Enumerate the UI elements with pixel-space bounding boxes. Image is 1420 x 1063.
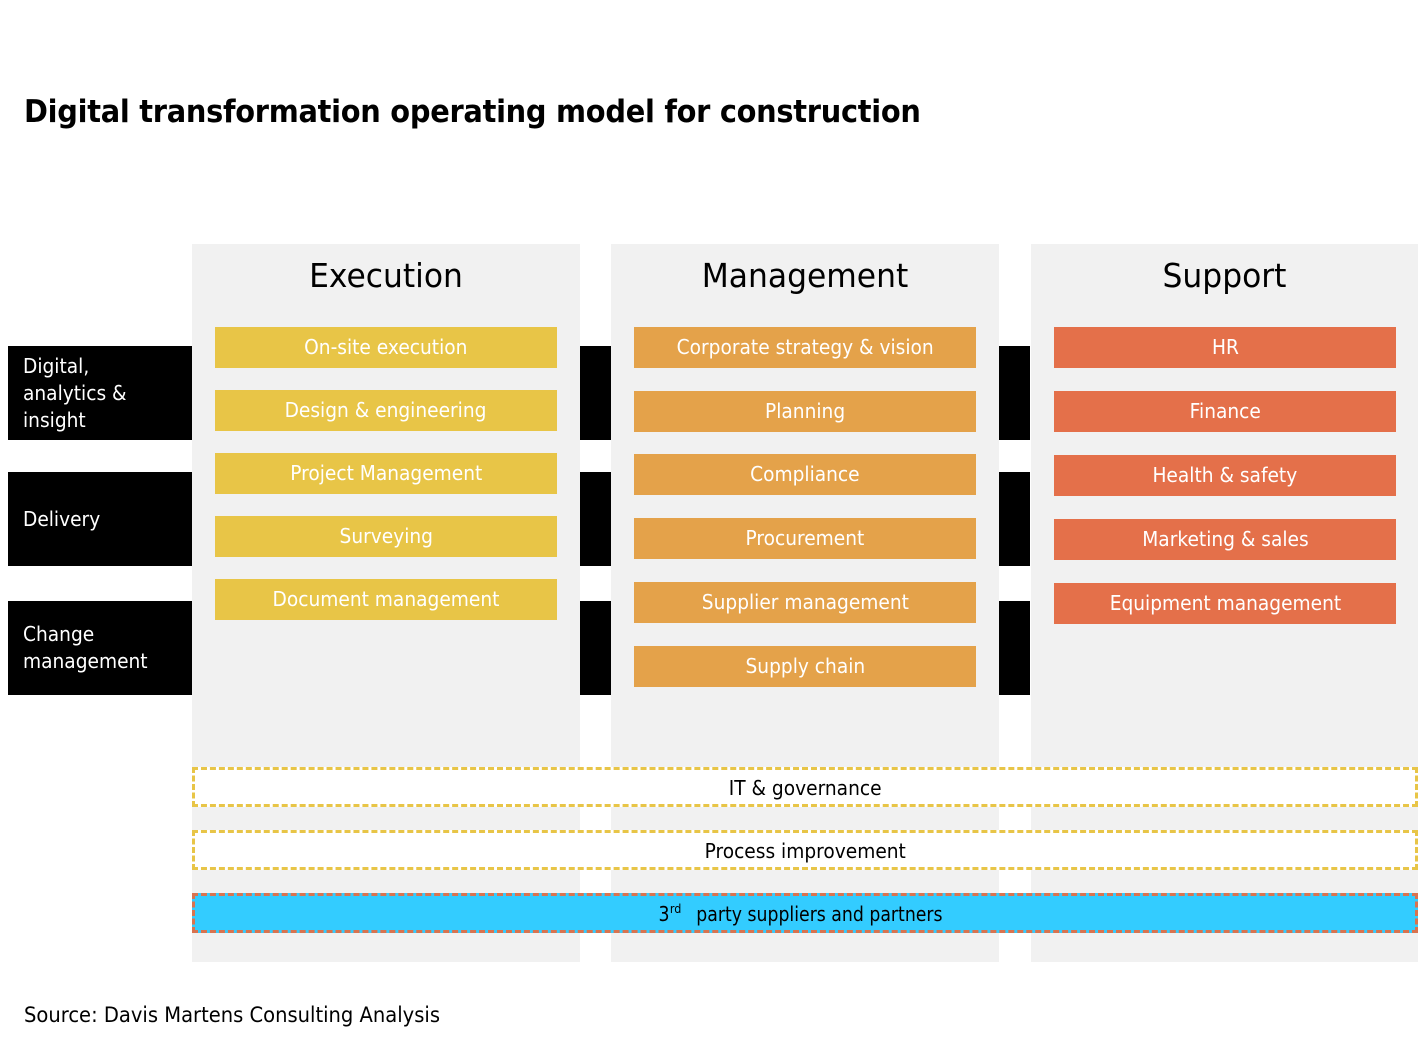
capability-box: HR — [1054, 327, 1396, 368]
page-title: Digital transformation operating model f… — [24, 94, 921, 130]
row-connector — [999, 601, 1030, 695]
capability-label: Document management — [272, 587, 500, 611]
capability-box: Procurement — [634, 518, 976, 559]
capability-label: On-site execution — [304, 335, 468, 359]
capability-label: Supplier management — [701, 590, 909, 614]
capability-label: Health & safety — [1152, 463, 1298, 487]
capability-box: Project Management — [215, 453, 557, 494]
band-label: IT & governance — [728, 776, 882, 800]
capability-box: Marketing & sales — [1054, 519, 1396, 560]
capability-box: Equipment management — [1054, 583, 1396, 624]
row-label-text: Digital, analytics & insight — [23, 353, 127, 432]
row-label-change: Change management — [8, 601, 192, 695]
row-connector — [580, 472, 611, 566]
source-note: Source: Davis Martens Consulting Analysi… — [24, 1003, 441, 1027]
capability-box: Supplier management — [634, 582, 976, 623]
row-connector — [580, 601, 611, 695]
capability-label: Planning — [764, 399, 846, 423]
capability-box: Planning — [634, 391, 976, 432]
band-label: Process improvement — [704, 839, 906, 863]
row-connector — [999, 472, 1030, 566]
band-it-governance: IT & governance — [192, 767, 1418, 807]
band-third-party: 3rd party suppliers and partners — [192, 893, 1418, 933]
capability-label: Surveying — [339, 524, 433, 548]
column-header-support: Support — [1162, 256, 1287, 295]
band-label-prefix: 3 — [658, 902, 670, 926]
row-label-delivery: Delivery — [8, 472, 192, 566]
band-process-improvement: Process improvement — [192, 830, 1418, 870]
row-connector — [999, 346, 1030, 440]
capability-box: Corporate strategy & vision — [634, 327, 976, 368]
capability-label: HR — [1211, 335, 1239, 359]
capability-label: Corporate strategy & vision — [676, 335, 934, 359]
capability-label: Compliance — [750, 462, 860, 486]
capability-label: Supply chain — [745, 654, 865, 678]
capability-label: Finance — [1189, 399, 1261, 423]
capability-box: Surveying — [215, 516, 557, 557]
capability-box: Health & safety — [1054, 455, 1396, 496]
band-label-superscript: rd — [669, 902, 682, 916]
row-connector — [580, 346, 611, 440]
capability-label: Project Management — [289, 461, 483, 485]
capability-box: Finance — [1054, 391, 1396, 432]
row-label-text: Change management — [23, 622, 148, 673]
capability-label: Equipment management — [1109, 591, 1341, 615]
capability-box: Design & engineering — [215, 390, 557, 431]
row-label-text: Delivery — [23, 506, 101, 531]
capability-box: Document management — [215, 579, 557, 620]
capability-box: Supply chain — [634, 646, 976, 687]
capability-label: Marketing & sales — [1141, 527, 1309, 551]
band-label-rest: party suppliers and partners — [690, 902, 943, 926]
capability-box: Compliance — [634, 454, 976, 495]
capability-label: Procurement — [745, 526, 865, 550]
capability-label: Design & engineering — [285, 398, 487, 422]
band-label: 3rd party suppliers and partners — [658, 896, 952, 932]
row-label-digital: Digital, analytics & insight — [8, 346, 192, 440]
capability-box: On-site execution — [215, 327, 557, 368]
column-header-execution: Execution — [309, 256, 463, 295]
column-header-management: Management — [701, 256, 909, 295]
